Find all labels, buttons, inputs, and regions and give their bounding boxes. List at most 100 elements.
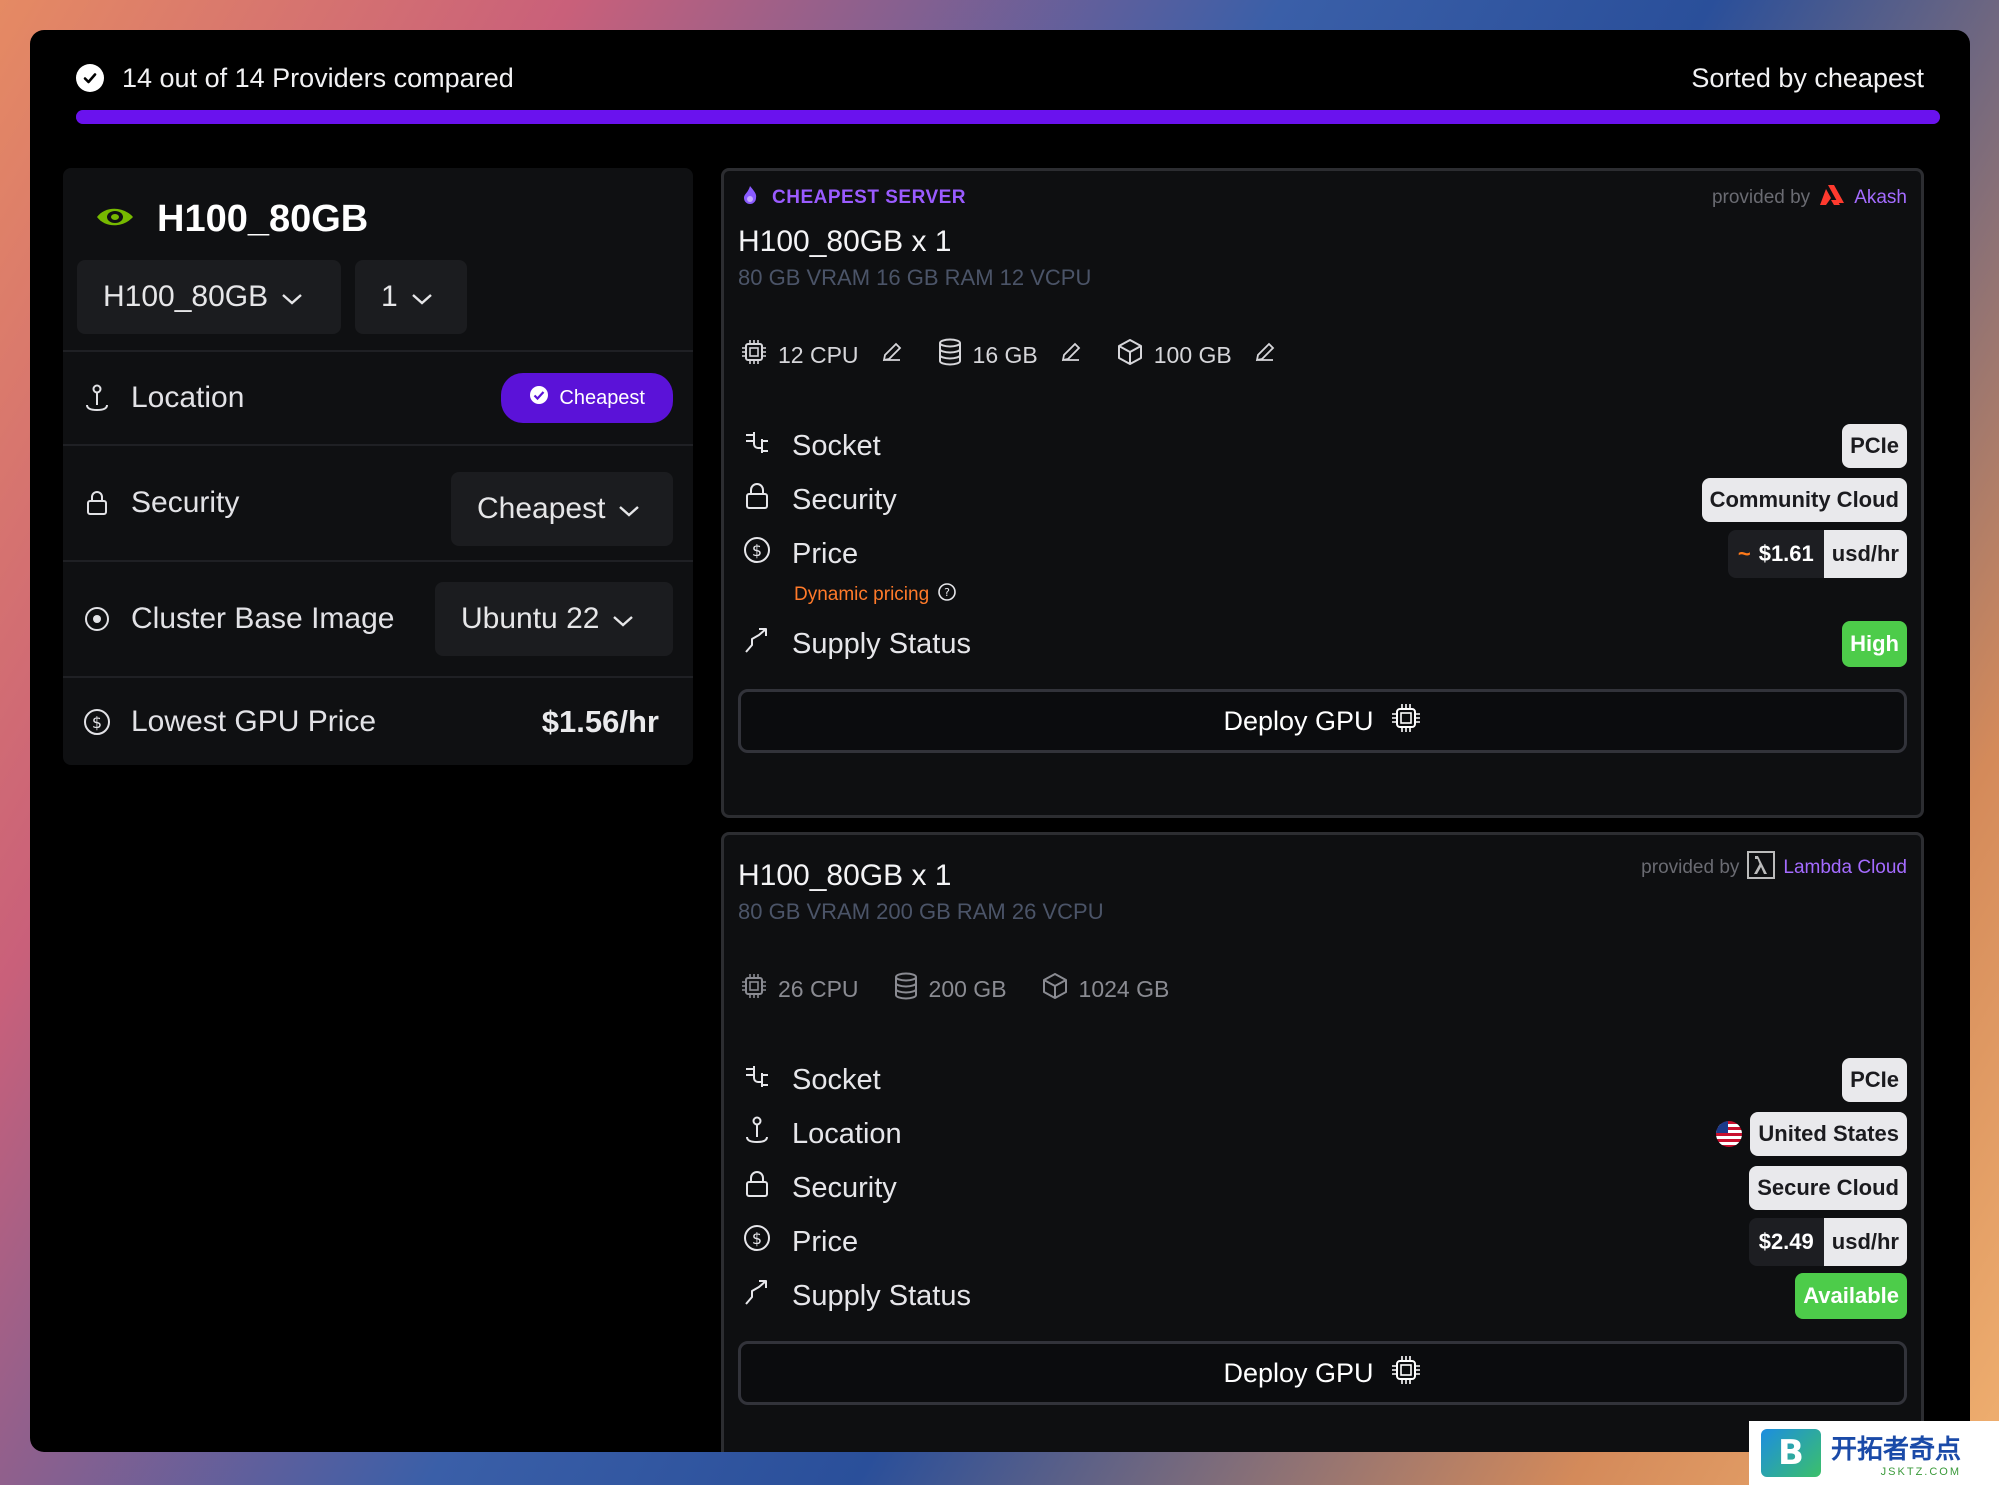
price-approx-tilde: ~ <box>1737 541 1751 566</box>
spec-ram-text: 16 GB <box>972 341 1038 368</box>
security-row: Security Cheapest <box>63 444 693 560</box>
cluster-image-select[interactable]: Ubuntu 22 <box>435 582 673 656</box>
price-value-group: $2.49 usd/hr <box>1748 1218 1907 1266</box>
lock-icon <box>742 1169 772 1207</box>
spec-cpu-text: 26 CPU <box>778 975 859 1002</box>
lock-icon <box>742 481 772 519</box>
lambda-logo-icon <box>1747 851 1776 885</box>
dynamic-pricing-text: Dynamic pricing <box>794 584 930 605</box>
dynamic-pricing-note[interactable]: Dynamic pricing ? <box>742 581 1907 609</box>
deploy-gpu-label: Deploy GPU <box>1223 705 1374 736</box>
chevron-down-icon <box>617 492 641 526</box>
lowest-price-label: Lowest GPU Price <box>131 704 377 738</box>
lowest-price-value: $1.56/hr <box>541 703 659 739</box>
spec-disk: 1024 GB <box>1041 972 1170 1006</box>
spec-cpu: 26 CPU <box>740 972 859 1006</box>
check-circle-icon <box>76 64 104 92</box>
security-value: Secure Cloud <box>1749 1166 1907 1210</box>
gpu-header: H100_80GB <box>63 168 693 252</box>
spec-cpu: 12 CPU <box>740 338 903 372</box>
site-watermark: B 开拓者奇点 JSKTZ.COM <box>1749 1421 1999 1485</box>
app-window: 14 out of 14 Providers compared Sorted b… <box>30 30 1970 1452</box>
provider-info: provided by Lambda Cloud <box>1641 851 1907 885</box>
lock-icon <box>83 489 111 517</box>
progress-fill <box>76 110 1940 124</box>
edit-disk-icon[interactable] <box>1254 341 1276 369</box>
location-label: Location <box>131 381 245 414</box>
socket-label: Socket <box>792 1063 881 1096</box>
price-unit: usd/hr <box>1823 530 1907 578</box>
price-unit: usd/hr <box>1823 1218 1907 1266</box>
target-icon <box>83 605 111 633</box>
spec-list: 12 CPU 16 GB 100 GB <box>724 335 1921 375</box>
provider-link-lambda[interactable]: Lambda Cloud <box>1783 857 1907 879</box>
gpu-count-value: 1 <box>381 280 398 313</box>
card-header: H100_80GB x 1 provided by Lambda Cloud <box>724 835 1921 893</box>
card-title: H100_80GB x 1 <box>738 859 952 892</box>
location-value-group: United States <box>1716 1112 1907 1156</box>
gpu-title: H100_80GB <box>157 197 369 240</box>
deploy-gpu-button[interactable]: Deploy GPU <box>738 689 1907 753</box>
price-row: $ Price $2.49 usd/hr <box>742 1215 1907 1269</box>
supply-value: Available <box>1795 1273 1907 1319</box>
price-value: $2.49 <box>1748 1218 1824 1266</box>
edit-ram-icon[interactable] <box>1060 341 1082 369</box>
chevron-down-icon <box>611 602 635 636</box>
us-flag-icon <box>1716 1121 1743 1147</box>
cluster-image-row: Cluster Base Image Ubuntu 22 <box>63 560 693 676</box>
gpu-count-select[interactable]: 1 <box>355 260 467 334</box>
socket-row: Socket PCIe <box>742 1053 1907 1107</box>
attribute-rows: Socket PCIe Security Community Cloud $ P… <box>724 419 1921 671</box>
akash-logo-icon <box>1818 183 1846 213</box>
supply-row: Supply Status High <box>742 617 1907 671</box>
database-icon <box>937 338 963 372</box>
location-value: United States <box>1750 1112 1907 1156</box>
security-row: Security Community Cloud <box>742 473 1907 527</box>
location-cheapest-badge[interactable]: Cheapest <box>501 373 673 423</box>
joystick-icon <box>742 1115 772 1153</box>
price-amount: ~ $1.61 <box>1727 530 1824 578</box>
watermark-logo: B <box>1761 1429 1821 1477</box>
supply-label: Supply Status <box>792 627 971 660</box>
gpu-model-value: H100_80GB <box>103 280 269 313</box>
gpu-model-select[interactable]: H100_80GB <box>77 260 341 334</box>
edit-cpu-icon[interactable] <box>881 341 903 369</box>
compared-text: 14 out of 14 Providers compared <box>122 62 514 93</box>
supply-value: High <box>1842 621 1907 667</box>
chip-icon <box>740 972 768 1006</box>
box-icon <box>1116 338 1144 372</box>
supply-label: Supply Status <box>792 1279 971 1312</box>
price-label: Price <box>792 1225 859 1258</box>
security-row: Security Secure Cloud <box>742 1161 1907 1215</box>
svg-text:?: ? <box>944 586 950 599</box>
sorted-text: Sorted by cheapest <box>1691 62 1924 93</box>
security-select[interactable]: Cheapest <box>451 472 673 546</box>
gpu-selects: H100_80GB 1 <box>63 260 693 334</box>
socket-row: Socket PCIe <box>742 419 1907 473</box>
watermark-en: JSKTZ.COM <box>1880 1465 1962 1478</box>
chip-icon <box>740 338 768 372</box>
dollar-circle-icon: $ <box>742 535 772 573</box>
socket-value: PCIe <box>1842 424 1907 468</box>
watermark-text: 开拓者奇点 JSKTZ.COM <box>1831 1429 1961 1478</box>
database-icon <box>893 972 919 1006</box>
joystick-icon <box>83 384 111 412</box>
filter-panel: H100_80GB H100_80GB 1 Location Cheapest <box>63 168 693 765</box>
deploy-gpu-button[interactable]: Deploy GPU <box>738 1341 1907 1405</box>
trend-arrow-icon <box>742 1277 772 1315</box>
chip-icon <box>1390 702 1422 741</box>
card-title: H100_80GB x 1 <box>738 225 952 258</box>
cheapest-server-tag: CHEAPEST SERVER <box>772 187 967 208</box>
spec-disk-text: 1024 GB <box>1078 975 1170 1002</box>
cluster-image-label: Cluster Base Image <box>131 602 395 635</box>
spec-cpu-text: 12 CPU <box>778 341 859 368</box>
dollar-circle-icon: $ <box>742 1223 772 1261</box>
box-icon <box>1041 972 1069 1006</box>
spec-ram-text: 200 GB <box>928 975 1007 1002</box>
help-icon[interactable]: ? <box>937 582 957 608</box>
provider-link-akash[interactable]: Akash <box>1854 187 1907 209</box>
provided-by-label: provided by <box>1641 857 1740 878</box>
card-header: CHEAPEST SERVER provided by Akash <box>724 171 1921 225</box>
security-label: Security <box>131 486 240 519</box>
security-label: Security <box>792 483 897 516</box>
